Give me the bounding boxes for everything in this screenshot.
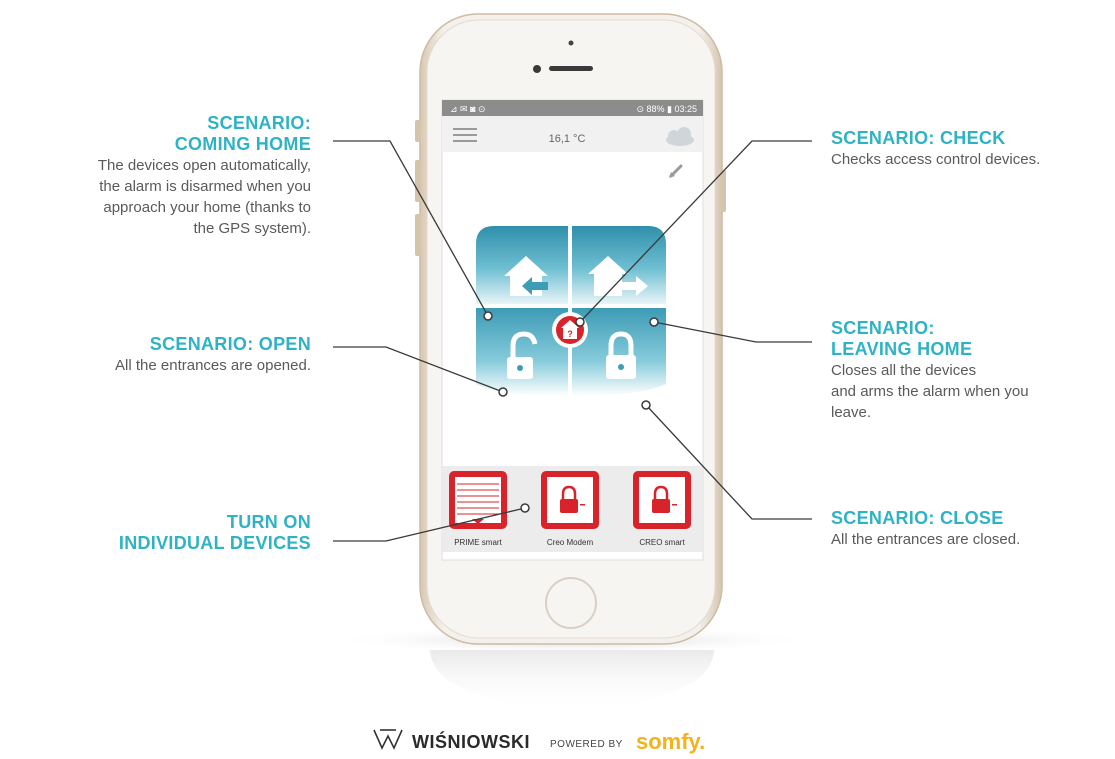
device-label: CREO smart bbox=[639, 538, 685, 547]
annotation-text: Checks access control devices. bbox=[831, 151, 1041, 168]
earpiece-speaker bbox=[549, 66, 593, 71]
annotation-title: SCENARIO: bbox=[207, 113, 311, 133]
annotation-title: SCENARIO: bbox=[831, 318, 935, 338]
branding-footer: WIŚNIOWSKI POWERED BY somfy. bbox=[373, 729, 705, 754]
annotation-title: SCENARIO: CHECK bbox=[831, 128, 1006, 148]
volume-down-button[interactable] bbox=[415, 214, 421, 256]
home-button[interactable] bbox=[545, 577, 597, 629]
status-right-info: ⊙ 88% ▮ 03:25 bbox=[636, 104, 697, 114]
annotation-close: SCENARIO: CLOSE All the entrances are cl… bbox=[831, 508, 1111, 550]
annotation-title: TURN ON bbox=[226, 512, 311, 532]
annotation-text: Closes all the devices bbox=[831, 362, 977, 379]
annotation-individual-devices: TURN ON INDIVIDUAL DEVICES bbox=[0, 512, 311, 554]
annotation-title: COMING HOME bbox=[174, 134, 311, 154]
annotation-coming-home: SCENARIO: COMING HOME The devices open a… bbox=[0, 113, 311, 239]
power-button[interactable] bbox=[721, 170, 726, 212]
annotation-text: All the entrances are opened. bbox=[115, 357, 311, 374]
annotation-text: the GPS system). bbox=[193, 220, 311, 237]
tile-open[interactable] bbox=[476, 308, 568, 396]
mute-switch[interactable] bbox=[415, 120, 421, 142]
annotation-title: SCENARIO: OPEN bbox=[149, 334, 311, 354]
annotation-title: SCENARIO: CLOSE bbox=[831, 508, 1004, 528]
annotation-text: All the entrances are closed. bbox=[831, 531, 1021, 548]
phone-screen: ⊿ ✉ ◙ ⊙ ⊙ 88% ▮ 03:25 16,1 °C ? PRIME sm… bbox=[441, 99, 704, 561]
device-creo-smart[interactable] bbox=[633, 471, 691, 529]
powered-by-text: POWERED BY bbox=[550, 739, 623, 750]
check-scenario-button[interactable]: ? bbox=[552, 312, 588, 348]
temperature-label: 16,1 °C bbox=[549, 133, 586, 145]
somfy-logo: somfy. bbox=[636, 729, 705, 754]
front-camera-icon bbox=[533, 65, 541, 73]
annotation-text: the alarm is disarmed when you bbox=[99, 178, 311, 195]
proximity-sensor-icon bbox=[568, 40, 574, 46]
annotation-text: and arms the alarm when you bbox=[831, 383, 1029, 400]
annotation-check: SCENARIO: CHECK Checks access control de… bbox=[831, 128, 1111, 170]
status-left-icons: ⊿ ✉ ◙ ⊙ bbox=[450, 104, 486, 114]
device-label: Creo Modem bbox=[547, 538, 594, 547]
svg-text:?: ? bbox=[567, 329, 573, 339]
annotation-text: The devices open automatically, bbox=[97, 157, 311, 174]
wisniowski-logo-icon bbox=[373, 729, 403, 750]
annotation-leaving-home: SCENARIO: LEAVING HOME Closes all the de… bbox=[831, 318, 1111, 423]
annotation-title: INDIVIDUAL DEVICES bbox=[118, 533, 311, 553]
wisniowski-wordmark: WIŚNIOWSKI bbox=[412, 731, 530, 752]
device-prime-smart[interactable] bbox=[449, 471, 507, 529]
device-creo-modem[interactable] bbox=[541, 471, 599, 529]
annotation-text: approach your home (thanks to bbox=[103, 199, 311, 216]
annotation-open: SCENARIO: OPEN All the entrances are ope… bbox=[0, 334, 311, 376]
annotation-text: leave. bbox=[831, 404, 872, 421]
annotation-title: LEAVING HOME bbox=[831, 339, 973, 359]
device-label: PRIME smart bbox=[454, 538, 502, 547]
